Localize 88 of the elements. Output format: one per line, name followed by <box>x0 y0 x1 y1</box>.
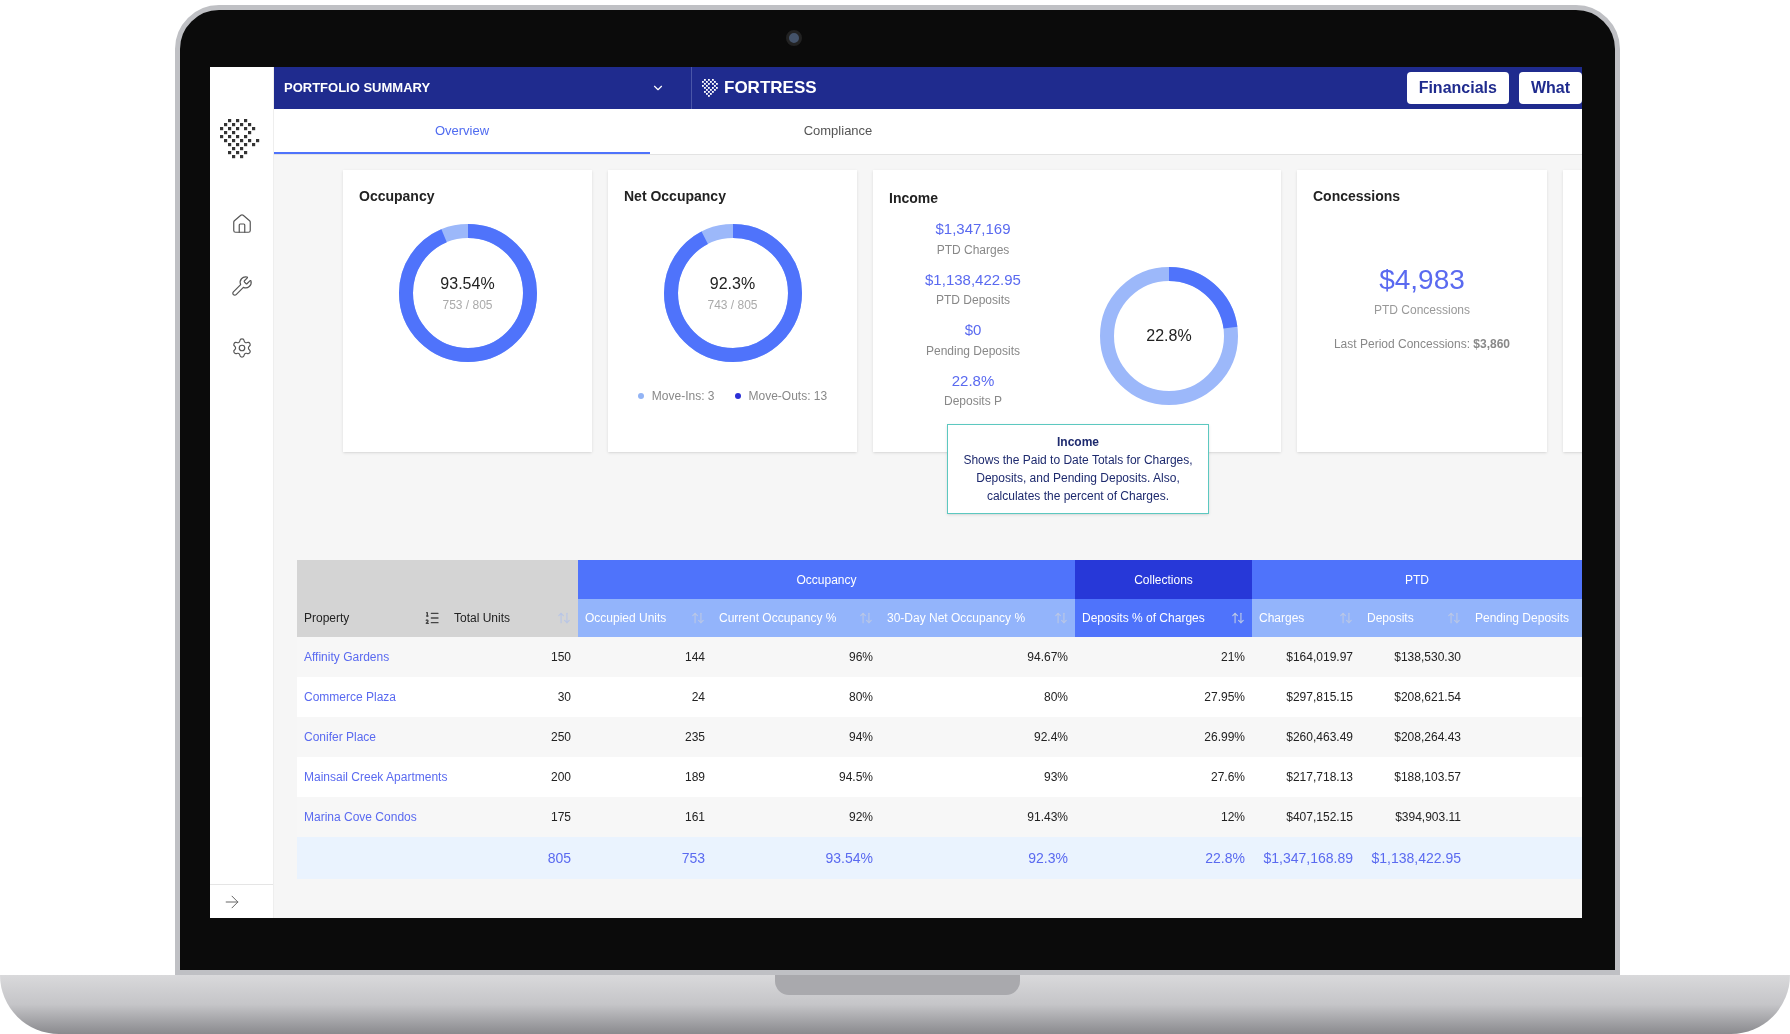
stat-label: PTD Deposits <box>936 292 1010 309</box>
donut-subtext: 753 / 805 <box>442 297 493 314</box>
settings-icon[interactable] <box>230 337 253 359</box>
header-button[interactable]: Financials <box>1406 72 1509 104</box>
sort-icon[interactable] <box>424 610 440 626</box>
table-cell-text: 144 <box>684 649 705 666</box>
camera-icon <box>786 30 802 46</box>
big-value: $4,983 <box>1379 263 1465 297</box>
donut-value: 22.8% <box>1146 326 1192 346</box>
tooltip-title: Income <box>1057 434 1099 451</box>
stat-value: $1,347,169 <box>935 219 1011 239</box>
tooltip-text: Shows the Paid to Date Totals for Charges, Deposits, and Pending Deposits. Also, calculates the percent of Charges. <box>962 452 1194 505</box>
big-value-label: PTD Concessions <box>1373 302 1470 319</box>
table-cell-text: $208,621.54 <box>1394 689 1461 706</box>
table-cell-text: 92% <box>848 809 873 826</box>
card-title: Occupancy <box>359 187 435 206</box>
column-header[interactable]: Deposits % of Charges <box>1075 599 1252 637</box>
table-cell-text: 91.43% <box>1027 809 1068 826</box>
property-link[interactable]: Commerce Plaza <box>304 688 397 706</box>
column-header[interactable]: Property <box>297 599 447 637</box>
header-button[interactable]: What <box>1518 72 1582 104</box>
property-link[interactable]: Affinity Gardens <box>304 648 390 666</box>
home-icon[interactable] <box>230 213 253 235</box>
total-cell-text: 22.8% <box>1205 848 1245 868</box>
table-cell-text: 12% <box>1220 809 1245 826</box>
stat-value: 22.8% <box>951 370 995 391</box>
column-group-header: Collections <box>1075 560 1252 600</box>
property-link[interactable]: Conifer Place <box>304 728 377 746</box>
table-cell-text: 189 <box>684 769 705 786</box>
tab[interactable]: Compliance <box>650 109 1026 154</box>
table-cell-text: 150 <box>550 649 571 666</box>
stat-label: PTD Charges <box>936 241 1010 259</box>
stat-value: $0 <box>964 320 982 340</box>
table-cell-text: 94.5% <box>838 769 873 786</box>
total-cell-text: 92.3% <box>1028 848 1068 868</box>
table-cell-text: 175 <box>550 809 571 826</box>
table-cell-text: $217,718.13 <box>1286 769 1353 786</box>
table-cell-text: 80% <box>1043 689 1068 706</box>
stat-label: Pending Deposits <box>925 342 1021 360</box>
table-cell-text: 96% <box>848 649 873 666</box>
table-cell-text: $138,530.30 <box>1394 649 1461 666</box>
legend-label: Move-Outs: 13 <box>748 388 828 405</box>
table-cell-text: $407,152.15 <box>1286 809 1353 826</box>
table-cell-text: 27.95% <box>1204 689 1245 706</box>
total-cell-text: $1,347,168.89 <box>1263 848 1353 868</box>
table-cell-text: 93% <box>1043 769 1068 786</box>
table-cell-text: 200 <box>550 769 571 786</box>
column-group-header: PTD <box>1252 560 1582 600</box>
card-title: Concessions <box>1313 187 1401 206</box>
card-title: Income <box>889 190 938 206</box>
table-cell-text: 92.4% <box>1033 729 1068 746</box>
stat-label: Deposits P <box>944 393 1002 410</box>
table-cell-text: $260,463.49 <box>1286 729 1353 746</box>
table-cell-text: 26.99% <box>1204 729 1245 746</box>
table-cell-text: 94% <box>848 729 873 746</box>
donut-value: 93.54% <box>440 274 495 294</box>
donut-value: 92.3% <box>709 274 756 294</box>
donut-subtext: 743 / 805 <box>707 297 758 314</box>
table-cell-text: $394,903.11 <box>1395 809 1461 826</box>
table-cell-text: 24 <box>691 689 705 706</box>
legend-label: Move-Ins: 3 <box>651 388 715 405</box>
brand-name: FORTRESS <box>724 77 817 100</box>
card-title: Net Occupancy <box>624 187 726 206</box>
table-cell-text: 21% <box>1220 649 1245 666</box>
note-text: Last Period Concessions: $3,860 <box>1333 336 1511 353</box>
table-cell-text: 80% <box>848 689 873 706</box>
tab[interactable]: Overview <box>274 109 650 154</box>
table-cell-text: $297,815.15 <box>1286 689 1353 706</box>
table-cell-text: $188,103.57 <box>1394 769 1461 786</box>
column-header[interactable]: Total Units <box>447 599 578 637</box>
table-cell-text: 250 <box>550 729 571 746</box>
table-cell-text: $208,264.43 <box>1394 729 1461 746</box>
tools-icon[interactable] <box>230 275 253 297</box>
table-cell-text: 30 <box>557 689 571 706</box>
property-link[interactable]: Marina Cove Condos <box>304 808 417 826</box>
total-cell-text: 93.54% <box>825 848 873 868</box>
table-cell-text: 94.67% <box>1027 649 1068 666</box>
total-cell-text: 805 <box>547 848 571 868</box>
stat-value: $1,138,422.95 <box>925 269 1021 290</box>
column-group-header: Occupancy <box>578 560 1075 600</box>
table-cell-text: 235 <box>684 729 705 746</box>
table-cell-text: $164,019.97 <box>1286 649 1353 666</box>
table-cell-text: 161 <box>684 809 705 826</box>
total-cell-text: 753 <box>681 848 705 868</box>
property-link[interactable]: Mainsail Creek Apartments <box>304 768 448 786</box>
table-cell-text: 27.6% <box>1210 769 1245 786</box>
total-cell-text: $1,138,422.95 <box>1371 848 1461 868</box>
brand-logo-icon <box>702 79 720 97</box>
